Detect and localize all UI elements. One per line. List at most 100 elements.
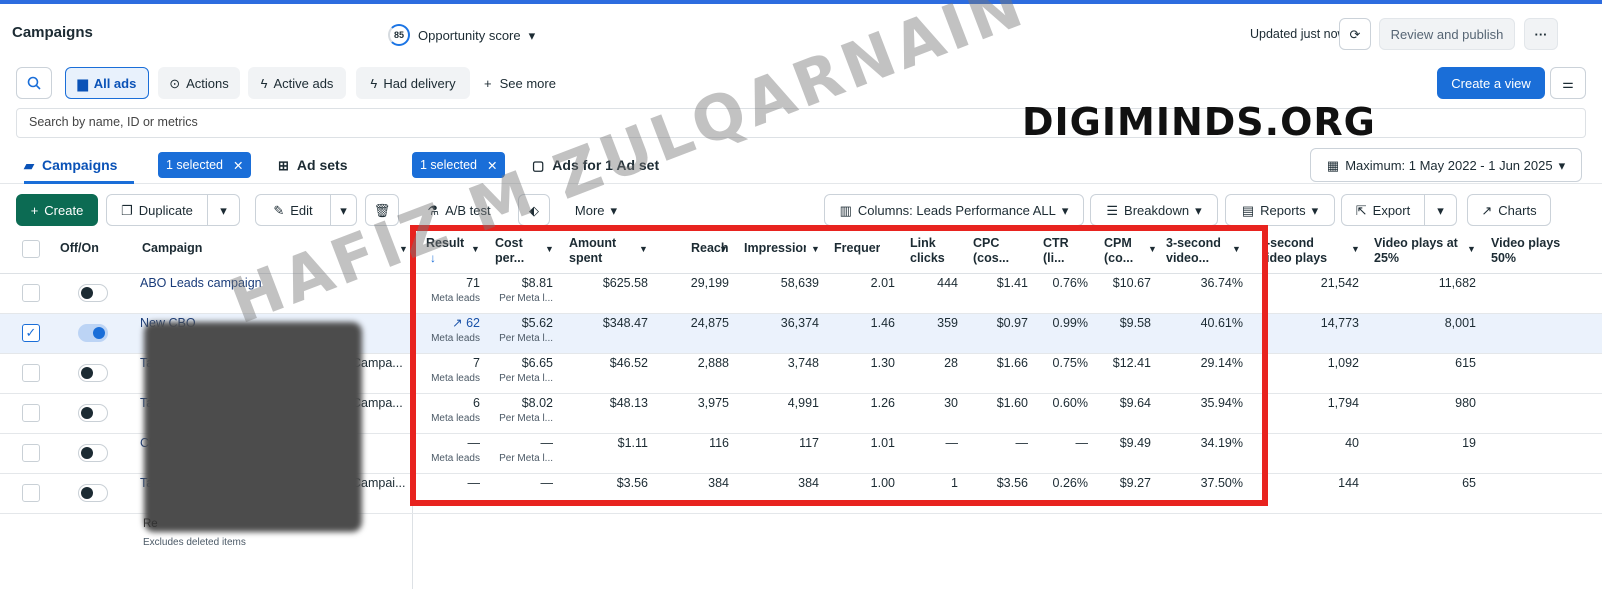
active-ads-filter[interactable]: ϟ Active ads: [248, 67, 346, 99]
header-video-plays[interactable]: -second ideo plays: [1266, 232, 1336, 274]
chevron-down-icon: ▾: [610, 202, 618, 218]
export-button[interactable]: ⇱ Export: [1341, 194, 1425, 226]
had-delivery-filter[interactable]: ϟ Had delivery: [356, 67, 470, 99]
edit-split-button: ✎ Edit ▾: [255, 194, 357, 226]
toggle-knob: [81, 287, 93, 299]
duplicate-button[interactable]: ❐ Duplicate: [106, 194, 208, 226]
toggle-knob: [81, 487, 93, 499]
close-icon[interactable]: ✕: [233, 158, 243, 173]
create-button[interactable]: + Create: [16, 194, 98, 226]
header-video-25[interactable]: Video plays at 25%: [1374, 232, 1464, 274]
charts-label: Charts: [1498, 202, 1537, 218]
actions-icon: ⊙: [169, 75, 181, 91]
row-on-off-toggle[interactable]: [78, 324, 108, 342]
date-range-picker[interactable]: ▦ Maximum: 1 May 2022 - 1 Jun 2025 ▾: [1310, 148, 1582, 182]
cell-video25: 65: [1462, 476, 1476, 490]
select-all-checkbox[interactable]: [22, 240, 40, 258]
export-dropdown[interactable]: ▾: [1425, 194, 1457, 226]
breakdown-dropdown[interactable]: ☰ Breakdown ▾: [1090, 194, 1218, 226]
chart-icon: ↗: [1481, 202, 1493, 218]
export-split-button: ⇱ Export ▾: [1341, 194, 1457, 226]
more-options-icon: ···: [1534, 26, 1548, 42]
reports-icon: ▤: [1241, 202, 1255, 218]
row-checkbox[interactable]: [22, 484, 40, 502]
campaigns-selected-badge[interactable]: 1 selected ✕: [158, 152, 252, 178]
all-ads-filter[interactable]: ▆ All ads: [65, 67, 149, 99]
toggle-knob: [81, 367, 93, 379]
create-label: Create: [44, 202, 84, 218]
row-on-off-toggle[interactable]: [78, 284, 108, 302]
cell-video-plays: 14,773: [1320, 316, 1359, 330]
highlight-box: [410, 225, 1268, 506]
row-checkbox[interactable]: ✓: [22, 324, 40, 342]
plus-icon: +: [484, 75, 492, 91]
cell-video25: 8,001: [1444, 316, 1476, 330]
columns-label: Columns: Leads Performance ALL: [857, 202, 1056, 218]
tab-ad-sets-label: Ad sets: [296, 157, 348, 173]
plus-icon: +: [30, 202, 39, 218]
columns-dropdown[interactable]: ▥ Columns: Leads Performance ALL ▾: [824, 194, 1084, 226]
row-checkbox[interactable]: [22, 284, 40, 302]
breakdown-icon: ☰: [1106, 202, 1119, 218]
cell-video25: 11,682: [1438, 276, 1476, 290]
edit-label: Edit: [290, 202, 313, 218]
account-selector-blank[interactable]: [108, 16, 378, 52]
opportunity-score-dropdown[interactable]: 85 Opportunity score ▾: [388, 24, 535, 46]
page-title: Campaigns: [12, 24, 93, 41]
folder-icon: ▰: [24, 157, 34, 173]
pencil-icon: ✎: [273, 202, 285, 218]
header-offon[interactable]: Off/On: [60, 232, 120, 274]
chevron-down-icon: ▼: [1467, 244, 1476, 254]
chevron-down-icon: ▾: [528, 27, 536, 43]
see-more-filters[interactable]: + See more: [484, 67, 556, 99]
had-delivery-label: Had delivery: [383, 75, 456, 91]
row-on-off-toggle[interactable]: [78, 404, 108, 422]
updated-status: Updated just now: [1250, 27, 1347, 41]
sliders-icon: ⚌: [1562, 75, 1574, 91]
cell-video-plays: 21,542: [1320, 276, 1359, 290]
tab-ad-sets[interactable]: ⊞ Ad sets: [278, 148, 378, 182]
see-more-label: See more: [499, 75, 556, 91]
create-view-button[interactable]: Create a view: [1437, 67, 1545, 99]
row-on-off-toggle[interactable]: [78, 444, 108, 462]
export-icon: ⇱: [1355, 202, 1367, 218]
duplicate-label: Duplicate: [138, 202, 193, 218]
tab-campaigns-label: Campaigns: [42, 157, 118, 173]
reports-dropdown[interactable]: ▤ Reports ▾: [1225, 194, 1335, 226]
row-on-off-toggle[interactable]: [78, 484, 108, 502]
refresh-button[interactable]: ⟳: [1339, 18, 1371, 50]
row-checkbox[interactable]: [22, 404, 40, 422]
edit-button[interactable]: ✎ Edit: [255, 194, 331, 226]
duplicate-dropdown[interactable]: ▾: [208, 194, 240, 226]
row-checkbox[interactable]: [22, 444, 40, 462]
chevron-down-icon: ▾: [1311, 202, 1319, 218]
charts-button[interactable]: ↗ Charts: [1467, 194, 1551, 226]
top-accent-line: [0, 0, 1602, 4]
toggle-knob: [93, 327, 105, 339]
header-video-50[interactable]: Video plays 50%: [1491, 232, 1571, 274]
tab-campaigns[interactable]: ▰ Campaigns: [24, 148, 134, 184]
cell-video-plays: 40: [1345, 436, 1359, 450]
toggle-knob: [81, 447, 93, 459]
actions-label: Actions: [186, 75, 229, 91]
row-on-off-toggle[interactable]: [78, 364, 108, 382]
lightning-icon: ϟ: [370, 75, 378, 91]
row-checkbox[interactable]: [22, 364, 40, 382]
review-and-publish-button[interactable]: Review and publish: [1379, 18, 1515, 50]
more-options-button[interactable]: ···: [1524, 18, 1558, 50]
duplicate-split-button: ❐ Duplicate ▾: [106, 194, 240, 226]
opportunity-score-ring: 85: [388, 24, 410, 46]
chevron-down-icon: ▾: [220, 202, 227, 218]
actions-filter[interactable]: ⊙ Actions: [158, 67, 240, 99]
results-footer-note: Excludes deleted items: [143, 537, 246, 548]
refresh-icon: ⟳: [1349, 26, 1361, 42]
date-range-label: Maximum: 1 May 2022 - 1 Jun 2025: [1345, 157, 1553, 173]
redacted-area: [144, 322, 362, 532]
cell-video-plays: 1,794: [1327, 396, 1359, 410]
reports-label: Reports: [1260, 202, 1306, 218]
search-button[interactable]: [16, 67, 52, 99]
filter-settings-button[interactable]: ⚌: [1550, 67, 1586, 99]
ad-sets-selected-label: 1 selected: [420, 158, 477, 172]
chevron-down-icon: ▾: [1195, 202, 1202, 218]
cell-video25: 980: [1455, 396, 1476, 410]
